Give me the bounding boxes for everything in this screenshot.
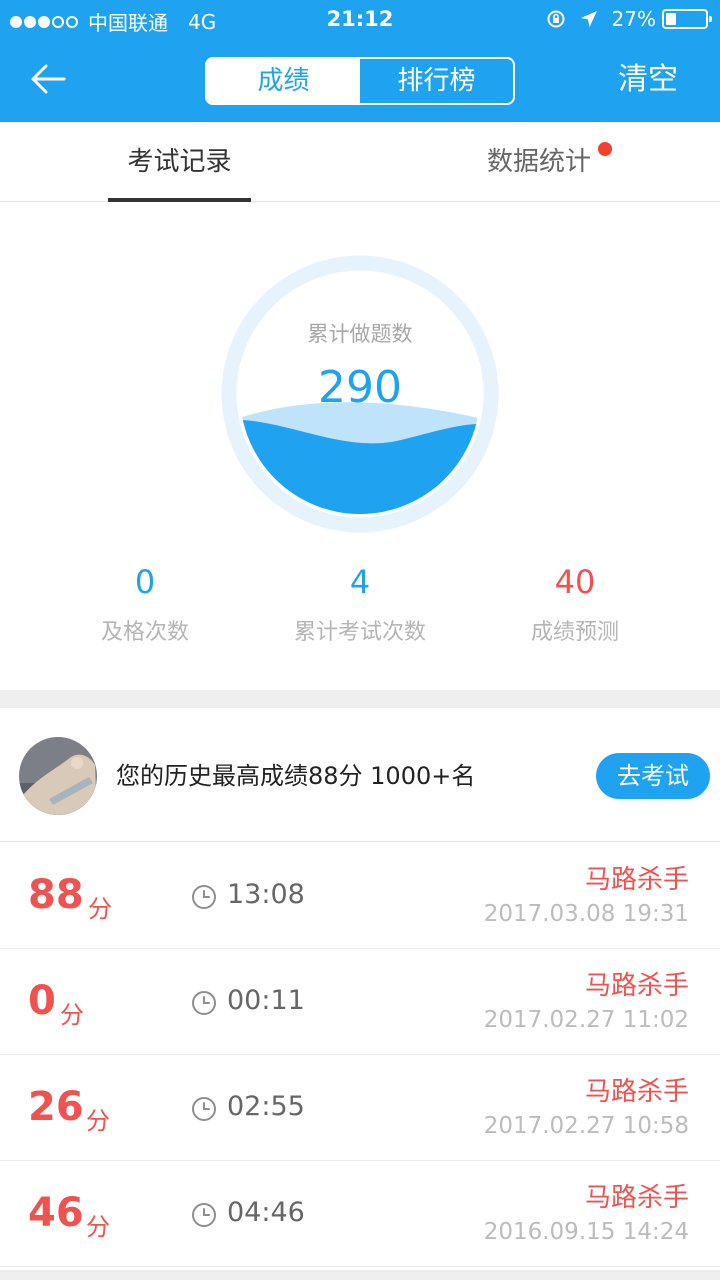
record-score-unit: 分 bbox=[86, 1213, 110, 1241]
location-lock-icon bbox=[547, 10, 565, 28]
top-bar: 中国联通 4G 21:12 27% 成绩 排行榜 清空 bbox=[0, 0, 720, 122]
record-date: 2017.02.27 10:58 bbox=[483, 1113, 689, 1139]
stat-value: 4 bbox=[349, 563, 371, 601]
record-score: 0 bbox=[28, 978, 56, 1024]
record-date: 2016.09.15 14:24 bbox=[483, 1219, 689, 1245]
tab-data-stats-label: 数据统计 bbox=[486, 147, 591, 177]
stat-label: 累计考试次数 bbox=[293, 620, 426, 645]
best-score-banner: 您的历史最高成绩88分 1000+名 去考试 bbox=[0, 708, 720, 842]
back-arrow-icon[interactable] bbox=[28, 58, 70, 100]
record-score: 26 bbox=[28, 1084, 84, 1130]
record-duration: 13:08 bbox=[227, 879, 305, 910]
record-score-unit: 分 bbox=[60, 1001, 84, 1029]
record-score-unit: 分 bbox=[86, 1107, 110, 1135]
segment-ranking[interactable]: 排行榜 bbox=[360, 59, 513, 103]
stat-exam-count: 4 累计考试次数 bbox=[240, 560, 480, 646]
section-divider bbox=[0, 690, 720, 708]
notification-dot bbox=[598, 142, 612, 156]
stat-pass-count: 0 及格次数 bbox=[25, 560, 265, 646]
start-exam-button[interactable]: 去考试 bbox=[596, 753, 710, 799]
tab-underline bbox=[108, 198, 251, 202]
gauge-title: 累计做题数 bbox=[307, 322, 413, 346]
record-date: 2017.02.27 11:02 bbox=[483, 1007, 689, 1033]
clock-icon bbox=[192, 991, 216, 1015]
record-title: 马路杀手 bbox=[584, 1077, 689, 1107]
record-date: 2017.03.08 19:31 bbox=[483, 901, 689, 927]
table-row[interactable]: 26 分 02:55 马路杀手 2017.02.27 10:58 bbox=[0, 1055, 720, 1161]
clear-button[interactable]: 清空 bbox=[618, 60, 678, 100]
status-bar: 中国联通 4G 21:12 27% bbox=[0, 0, 720, 40]
clock-icon bbox=[192, 1203, 216, 1227]
record-score: 46 bbox=[28, 1190, 84, 1236]
tab-exam-records[interactable]: 考试记录 bbox=[108, 122, 251, 202]
table-row[interactable]: 88 分 13:08 马路杀手 2017.03.08 19:31 bbox=[0, 843, 720, 949]
record-duration: 00:11 bbox=[227, 985, 305, 1016]
tab-data-stats[interactable]: 数据统计 bbox=[484, 122, 594, 202]
stat-label: 成绩预测 bbox=[530, 620, 619, 645]
location-arrow-icon bbox=[580, 11, 597, 27]
stat-value: 0 bbox=[134, 563, 156, 601]
battery-percent: 27% bbox=[611, 7, 656, 31]
segment-control: 成绩 排行榜 bbox=[205, 57, 515, 105]
avatar bbox=[19, 737, 97, 815]
tab-exam-records-label: 考试记录 bbox=[127, 147, 232, 177]
record-title: 马路杀手 bbox=[584, 1183, 689, 1213]
record-title: 马路杀手 bbox=[584, 865, 689, 895]
bottom-divider bbox=[0, 1270, 720, 1280]
record-duration: 04:46 bbox=[227, 1197, 305, 1228]
gauge-value: 290 bbox=[318, 362, 402, 413]
record-score: 88 bbox=[28, 872, 84, 918]
table-row[interactable]: 0 分 00:11 马路杀手 2017.02.27 11:02 bbox=[0, 949, 720, 1055]
battery-icon bbox=[662, 9, 712, 29]
stat-value: 40 bbox=[554, 563, 596, 601]
record-title: 马路杀手 bbox=[584, 971, 689, 1001]
segment-scores[interactable]: 成绩 bbox=[207, 59, 360, 103]
record-score-unit: 分 bbox=[88, 895, 112, 923]
clock-icon bbox=[192, 1097, 216, 1121]
stat-score-forecast: 40 成绩预测 bbox=[455, 560, 695, 646]
clock-icon bbox=[192, 885, 216, 909]
record-duration: 02:55 bbox=[227, 1091, 305, 1122]
best-score-text: 您的历史最高成绩88分 1000+名 bbox=[116, 762, 476, 790]
stat-label: 及格次数 bbox=[100, 620, 189, 645]
table-row[interactable]: 46 分 04:46 马路杀手 2016.09.15 14:24 bbox=[0, 1161, 720, 1267]
tab-bar: 考试记录 数据统计 bbox=[0, 122, 720, 202]
